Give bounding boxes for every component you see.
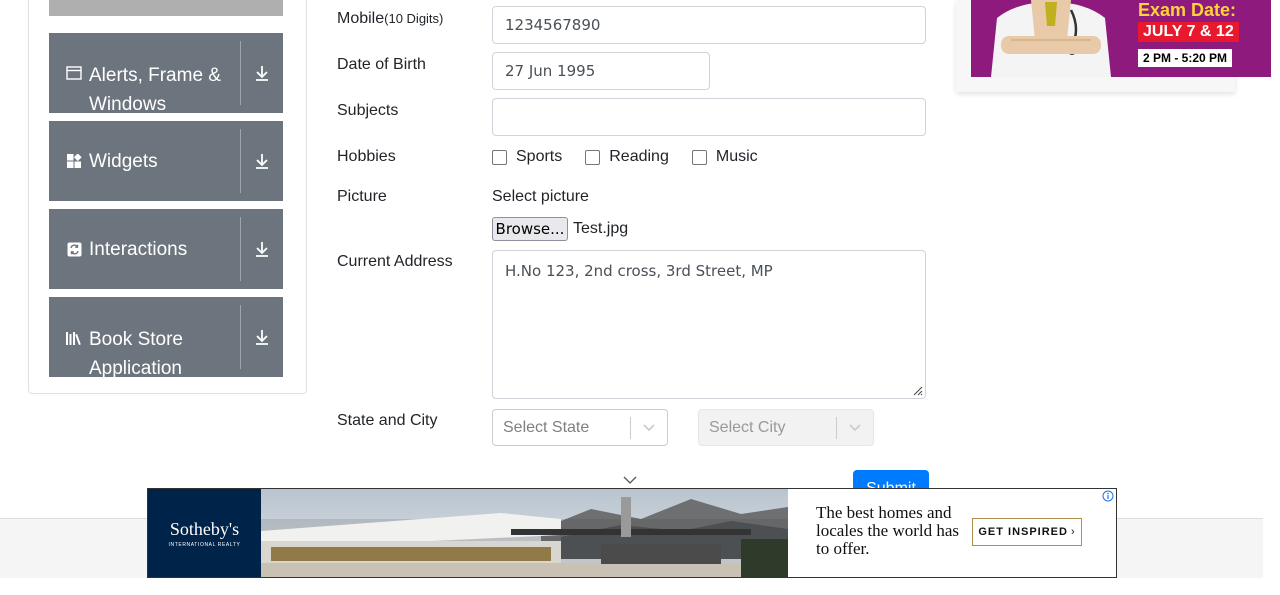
download-arrow-icon[interactable] xyxy=(241,209,283,289)
subjects-label: Subjects xyxy=(337,102,399,119)
dob-label: Date of Birth xyxy=(337,56,426,73)
sidebar-group-interactions[interactable]: Interactions xyxy=(49,209,283,289)
chevron-down-icon xyxy=(623,476,637,484)
mobile-hint: (10 Digits) xyxy=(384,11,444,26)
music-checkbox[interactable] xyxy=(691,149,707,165)
current-address-value: H.No 123, 2nd cross, 3rd Street, MP xyxy=(505,262,773,280)
right-ad-banner[interactable]: Exam Date: JULY 7 & 12 2 PM - 5:20 PM xyxy=(971,0,1271,77)
sidebar-group-book-store[interactable]: Book Store Application xyxy=(49,297,283,377)
sidebar-group-elements-tail xyxy=(49,0,283,16)
get-inspired-button[interactable]: GET INSPIRED › xyxy=(972,518,1082,546)
current-address-label: Current Address xyxy=(337,253,453,270)
subjects-input[interactable] xyxy=(492,98,926,136)
sothebys-logo: Sotheby's INTERNATIONAL REALTY xyxy=(148,489,261,577)
reading-checkbox[interactable] xyxy=(585,149,601,165)
chevron-right-icon: › xyxy=(1070,526,1076,538)
mobile-input[interactable]: 1234567890 xyxy=(492,6,926,44)
books-icon xyxy=(65,330,83,346)
sidebar-group-alerts-frame-windows[interactable]: Alerts, Frame & Windows xyxy=(49,33,283,113)
reading-label[interactable]: Reading xyxy=(609,148,669,166)
state-select[interactable]: Select State xyxy=(492,409,668,446)
sidebar-group-label: Widgets xyxy=(89,150,158,172)
sidebar-group-label: Interactions xyxy=(89,238,188,260)
select-picture-caption: Select picture xyxy=(492,188,589,205)
widgets-icon xyxy=(65,153,83,169)
resize-grip-icon[interactable] xyxy=(911,384,923,396)
music-label[interactable]: Music xyxy=(716,148,758,166)
chevron-down-icon[interactable] xyxy=(837,423,873,432)
dob-input[interactable]: 27 Jun 1995 xyxy=(492,52,710,90)
download-arrow-icon[interactable] xyxy=(241,33,283,113)
browse-button[interactable]: Browse... xyxy=(492,217,568,241)
sidebar-group-widgets[interactable]: Widgets xyxy=(49,121,283,201)
city-placeholder: Select City xyxy=(709,418,786,436)
current-address-textarea[interactable]: H.No 123, 2nd cross, 3rd Street, MP xyxy=(492,250,926,399)
mobile-label: Mobile(10 Digits) xyxy=(337,10,443,28)
chevron-down-icon[interactable] xyxy=(631,423,667,432)
city-select[interactable]: Select City xyxy=(698,409,874,446)
interactions-icon xyxy=(65,242,83,257)
sothebys-brand-sub: INTERNATIONAL REALTY xyxy=(168,541,241,548)
get-inspired-label: GET INSPIRED xyxy=(978,526,1068,538)
picture-label: Picture xyxy=(337,188,387,205)
house-photo xyxy=(261,489,788,577)
doctor-illustration xyxy=(971,0,1131,77)
state-placeholder: Select State xyxy=(503,418,590,436)
download-arrow-icon[interactable] xyxy=(241,297,283,377)
download-arrow-icon[interactable] xyxy=(241,121,283,201)
ad-date: JULY 7 & 12 xyxy=(1138,22,1239,42)
ad-time: 2 PM - 5:20 PM xyxy=(1138,49,1233,67)
sothebys-brand: Sotheby's xyxy=(169,518,240,539)
ad-info-icon[interactable] xyxy=(1102,490,1114,502)
sports-label[interactable]: Sports xyxy=(516,148,562,166)
sidebar-group-label: Book Store Application xyxy=(89,329,183,377)
hobbies-label: Hobbies xyxy=(337,148,396,165)
ad-tagline: The best homes and locales the world has… xyxy=(816,503,960,558)
selected-filename: Test.jpg xyxy=(573,220,629,237)
window-icon xyxy=(65,66,83,80)
sports-checkbox[interactable] xyxy=(492,149,507,165)
mobile-label-text: Mobile xyxy=(337,10,385,27)
bottom-ad-banner[interactable]: Sotheby's INTERNATIONAL REALTY The best … xyxy=(147,488,1117,578)
ad-headline: Exam Date: xyxy=(1138,0,1237,20)
hobbies-group: Sports Reading Music xyxy=(492,148,781,166)
state-city-label: State and City xyxy=(337,412,438,429)
sidebar-group-label: Alerts, Frame & Windows xyxy=(89,65,221,113)
